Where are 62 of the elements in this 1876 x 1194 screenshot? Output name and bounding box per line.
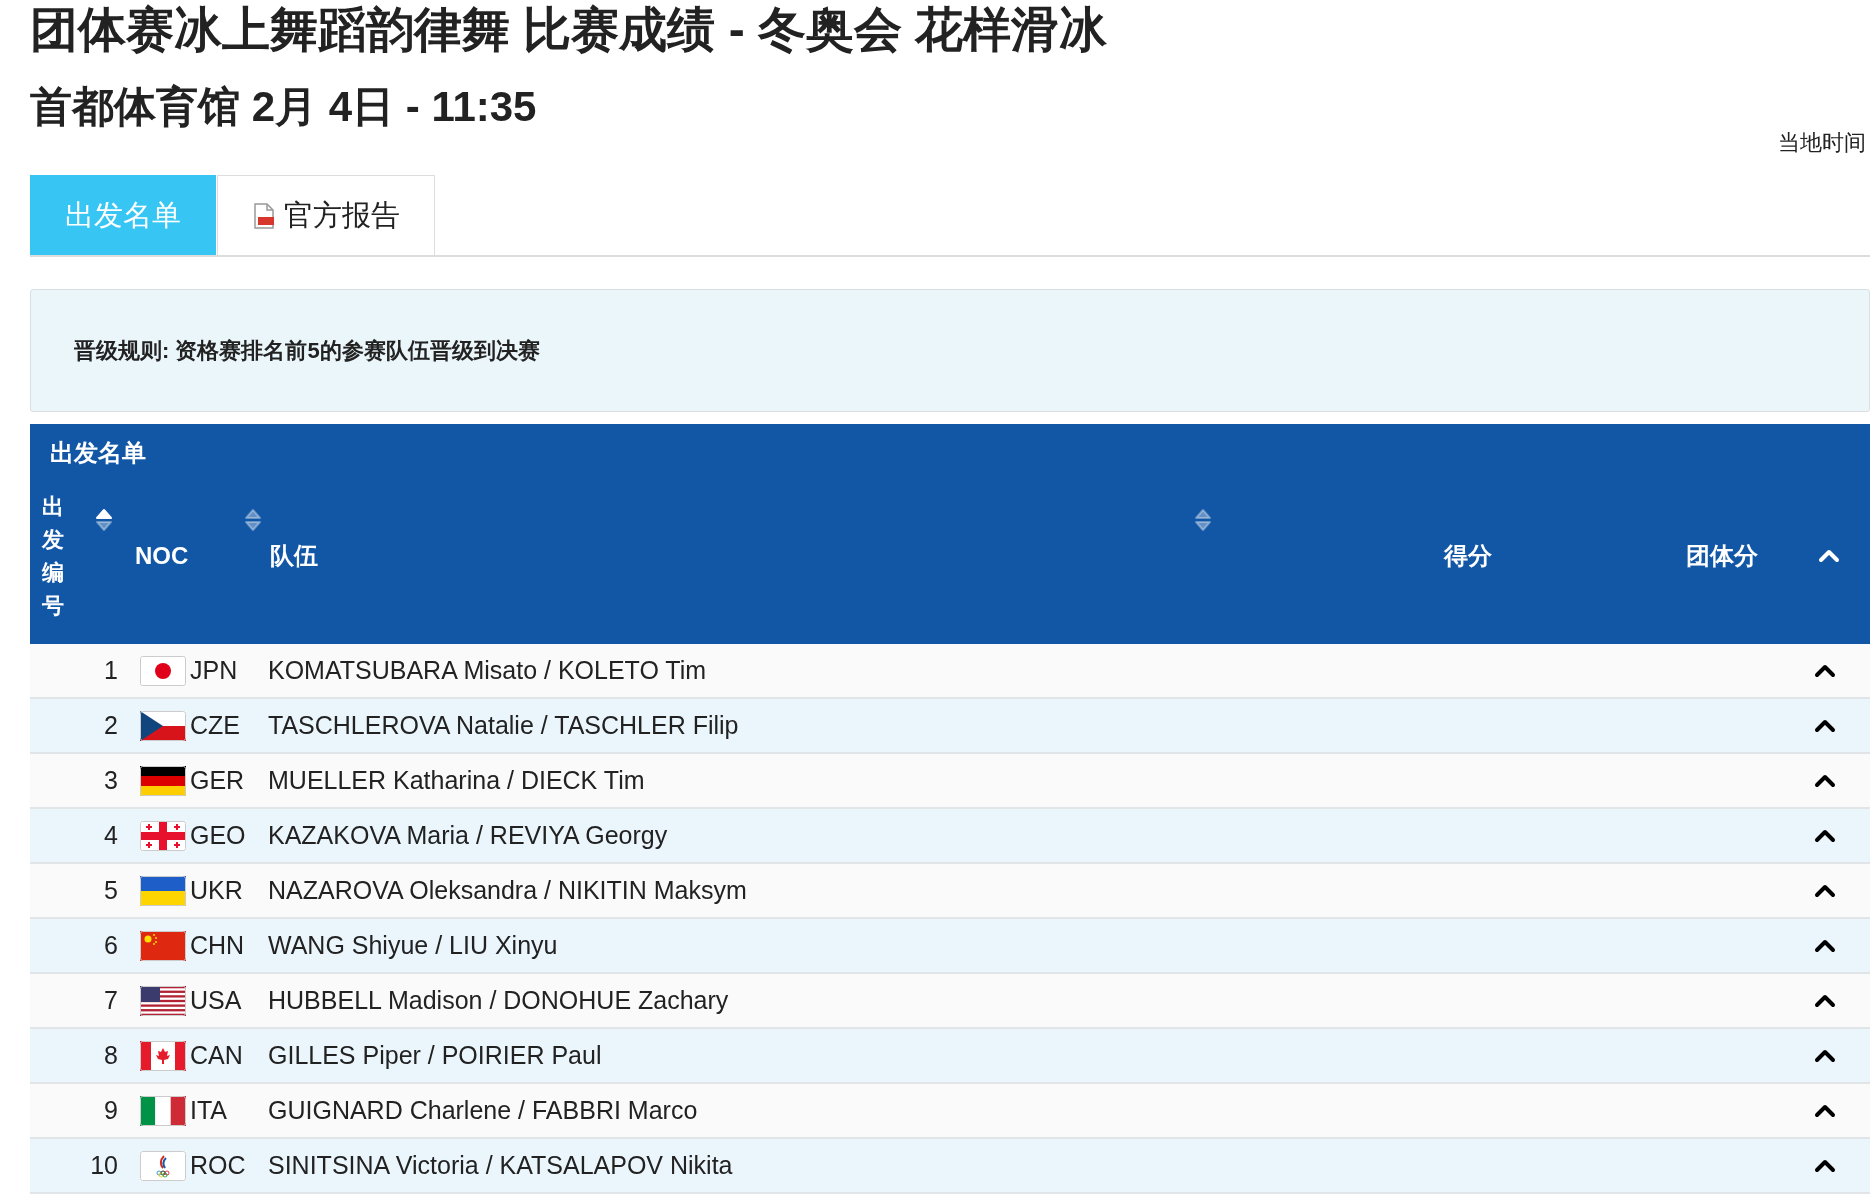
caret-icon[interactable]: [1814, 828, 1836, 843]
flag-icon: [140, 930, 186, 961]
caret-icon[interactable]: [1814, 1158, 1836, 1173]
start-number: 5: [103, 876, 118, 905]
column-header[interactable]: 出发编号: [42, 490, 64, 622]
qualification-rule: 晋级规则: 资格赛排名前5的参赛队伍晋级到决赛: [74, 336, 540, 365]
noc-code: CHN: [190, 931, 246, 960]
flag-icon: [140, 1040, 186, 1071]
noc-code: ROC: [190, 1151, 247, 1180]
team-name: KAZAKOVA Maria / REVIYA Georgy: [268, 821, 669, 850]
column-header[interactable]: 得分: [1444, 540, 1492, 572]
team-name: TASCHLEROVA Natalie / TASCHLER Filip: [268, 711, 740, 740]
start-number: 1: [103, 656, 118, 685]
noc-code: CZE: [190, 711, 241, 740]
flag-icon: [140, 765, 186, 796]
flag-icon: [140, 1095, 186, 1126]
venue-date-time: 首都体育馆 2月 4日 - 11:35: [30, 82, 537, 132]
team-name: NAZAROVA Oleksandra / NIKITIN Maksym: [268, 876, 748, 905]
team-name: KOMATSUBARA Misato / KOLETO Tim: [268, 656, 708, 685]
flag-icon: [140, 710, 186, 741]
start-number: 9: [103, 1096, 118, 1125]
noc-code: GEO: [190, 821, 247, 850]
caret-icon[interactable]: [1814, 938, 1836, 953]
caret-icon[interactable]: [1814, 663, 1836, 678]
flag-icon: [140, 875, 186, 906]
caret-icon[interactable]: [1814, 883, 1836, 898]
team-name: HUBBELL Madison / DONOHUE Zachary: [268, 986, 730, 1015]
team-name: GUIGNARD Charlene / FABBRI Marco: [268, 1096, 699, 1125]
team-name: GILLES Piper / POIRIER Paul: [268, 1041, 603, 1070]
caret-icon[interactable]: [1814, 1048, 1836, 1063]
team-name: MUELLER Katharina / DIECK Tim: [268, 766, 646, 795]
caret-icon[interactable]: [1814, 993, 1836, 1008]
start-number: 7: [103, 986, 118, 1015]
column-header[interactable]: 团体分: [1686, 540, 1758, 572]
table-caption: 出发名单: [49, 438, 146, 468]
column-header[interactable]: 队伍: [270, 540, 318, 572]
pdf-file-icon: [252, 202, 276, 229]
start-number: 3: [103, 766, 118, 795]
caret-icon[interactable]: [1814, 773, 1836, 788]
team-name: WANG Shiyue / LIU Xinyu: [268, 931, 559, 960]
noc-code: USA: [190, 986, 243, 1015]
team-name: SINITSINA Victoria / KATSALAPOV Nikita: [268, 1151, 734, 1180]
flag-icon: [140, 985, 186, 1016]
noc-code: CAN: [190, 1041, 244, 1070]
noc-code: GER: [190, 766, 246, 795]
caret-icon[interactable]: [1814, 718, 1836, 733]
page-title: 团体赛冰上舞蹈韵律舞 比赛成绩 - 冬奥会 花样滑冰: [30, 2, 1109, 58]
flag-icon: [140, 655, 186, 686]
start-number: 4: [103, 821, 118, 850]
noc-code: ITA: [190, 1096, 229, 1125]
noc-code: JPN: [190, 656, 239, 685]
column-header[interactable]: NOC: [135, 542, 189, 570]
start-number: 6: [103, 931, 118, 960]
flag-icon: [140, 820, 186, 851]
caret-icon[interactable]: [1814, 1103, 1836, 1118]
start-number: 8: [103, 1041, 118, 1070]
tab[interactable]: 官方报告: [217, 175, 435, 255]
time-zone-note: 当地时间: [1778, 129, 1866, 157]
noc-code: UKR: [190, 876, 244, 905]
start-number: 2: [103, 711, 118, 740]
start-number: 10: [89, 1151, 118, 1180]
flag-icon: [140, 1150, 186, 1181]
